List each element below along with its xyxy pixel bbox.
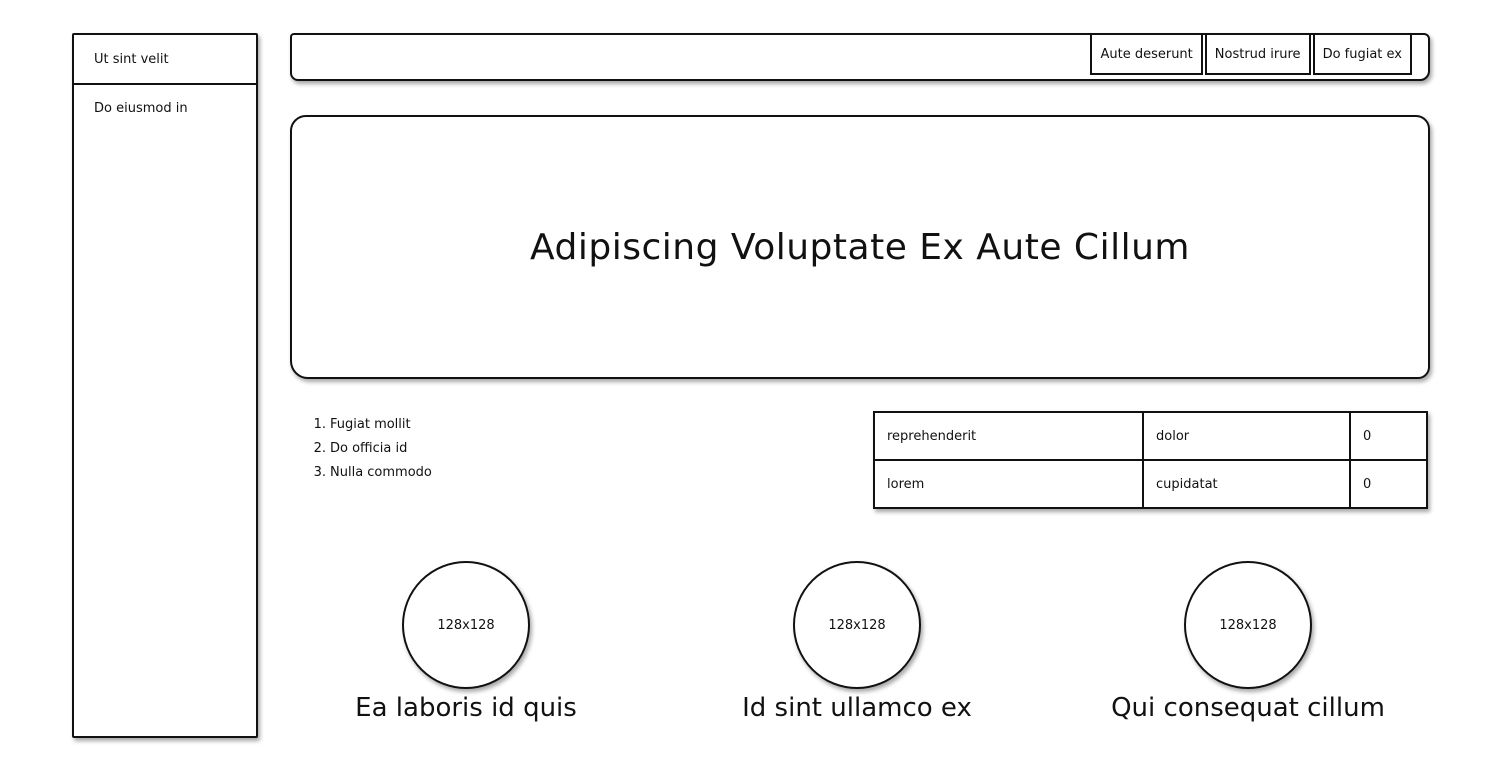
sidebar-header: Ut sint velit — [74, 35, 256, 85]
card-caption: Id sint ullamco ex — [742, 693, 972, 723]
image-size-label: 128x128 — [1219, 617, 1277, 633]
table-cell: reprehenderit — [873, 411, 1144, 461]
page: Ut sint velit Do eiusmod in Aute deserun… — [0, 0, 1500, 768]
table-cell: 0 — [1349, 411, 1428, 461]
sidebar: Ut sint velit Do eiusmod in — [72, 33, 258, 738]
table-row: lorem cupidatat 0 — [873, 459, 1428, 509]
list-item: 3. Nulla commodo — [310, 461, 432, 485]
hero-title: Adipiscing Voluptate Ex Aute Cillum — [530, 226, 1190, 268]
list-item: 1. Fugiat mollit — [310, 413, 432, 437]
card-caption: Qui consequat cillum — [1111, 693, 1385, 723]
image-placeholder: 128x128 — [402, 561, 530, 689]
image-size-label: 128x128 — [437, 617, 495, 633]
hero-banner: Adipiscing Voluptate Ex Aute Cillum — [290, 115, 1430, 379]
image-placeholder: 128x128 — [1184, 561, 1312, 689]
card-caption: Ea laboris id quis — [355, 693, 577, 723]
top-navbar: Aute deserunt Nostrud irure Do fugiat ex — [290, 33, 1430, 81]
tab-aute-deserunt[interactable]: Aute deserunt — [1090, 35, 1203, 75]
nav-tabs: Aute deserunt Nostrud irure Do fugiat ex — [1090, 35, 1412, 75]
tab-do-fugiat-ex[interactable]: Do fugiat ex — [1312, 35, 1412, 75]
list-item-label: Do officia id — [330, 441, 408, 456]
image-size-label: 128x128 — [828, 617, 886, 633]
tab-label: Do fugiat ex — [1322, 46, 1402, 62]
image-card: 128x128 Ea laboris id quis — [316, 561, 616, 723]
image-card: 128x128 Id sint ullamco ex — [707, 561, 1007, 723]
list-item-number: 2. — [313, 441, 326, 456]
list-item-number: 3. — [313, 465, 326, 480]
tab-label: Nostrud irure — [1214, 46, 1301, 62]
sidebar-item-do-eiusmod-in[interactable]: Do eiusmod in — [74, 85, 256, 116]
table-cell: cupidatat — [1142, 459, 1351, 509]
list-item-number: 1. — [313, 417, 326, 432]
image-card: 128x128 Qui consequat cillum — [1098, 561, 1398, 723]
table-cell: 0 — [1349, 459, 1428, 509]
list-item-label: Fugiat mollit — [330, 417, 411, 432]
tab-label: Aute deserunt — [1100, 46, 1193, 62]
list-item-label: Nulla commodo — [330, 465, 432, 480]
list-item: 2. Do officia id — [310, 437, 432, 461]
data-table: reprehenderit dolor 0 lorem cupidatat 0 — [873, 411, 1428, 509]
ordered-list: 1. Fugiat mollit 2. Do officia id 3. Nul… — [310, 413, 432, 485]
sidebar-header-label: Ut sint velit — [94, 51, 169, 67]
table-cell: lorem — [873, 459, 1144, 509]
sidebar-item-label: Do eiusmod in — [94, 101, 188, 116]
tab-nostrud-irure[interactable]: Nostrud irure — [1204, 35, 1311, 75]
image-placeholder: 128x128 — [793, 561, 921, 689]
table-cell: dolor — [1142, 411, 1351, 461]
table-row: reprehenderit dolor 0 — [873, 411, 1428, 461]
